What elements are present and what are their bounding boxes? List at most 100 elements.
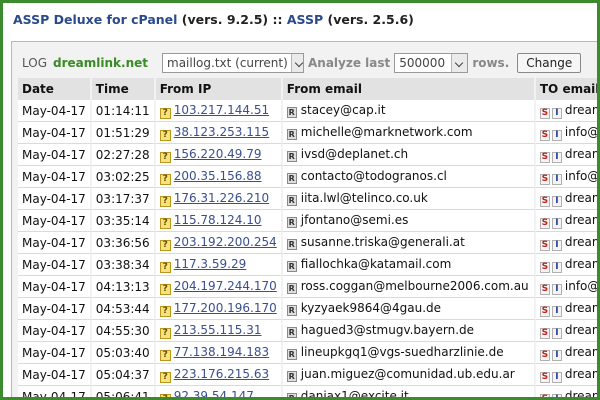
spam-icon[interactable]: S <box>539 173 550 185</box>
help-icon[interactable]: ? <box>159 305 171 317</box>
ip-link[interactable]: 92.39.54.147 <box>174 389 254 398</box>
spam-icon[interactable]: S <box>539 283 550 295</box>
info-icon[interactable]: I <box>551 195 562 207</box>
ip-link[interactable]: 77.138.194.183 <box>174 345 269 359</box>
info-icon[interactable]: I <box>551 305 562 317</box>
page-title: ASSP Deluxe for cPanel (vers. 9.2.5) :: … <box>3 3 597 37</box>
report-icon[interactable]: R <box>286 283 297 294</box>
help-icon[interactable]: ? <box>159 217 171 229</box>
window-frame: ASSP Deluxe for cPanel (vers. 9.2.5) :: … <box>0 0 600 400</box>
report-icon[interactable]: R <box>286 327 297 338</box>
ip-link[interactable]: 223.176.215.63 <box>174 367 269 381</box>
cell-time: 03:35:14 <box>91 210 156 232</box>
help-icon[interactable]: ? <box>159 327 171 339</box>
spam-icon[interactable]: S <box>539 239 550 251</box>
report-icon[interactable]: R <box>286 393 297 397</box>
ip-link[interactable]: 200.35.156.88 <box>174 169 262 183</box>
ip-link[interactable]: 213.55.115.31 <box>174 323 262 337</box>
help-icon[interactable]: ? <box>159 261 171 273</box>
report-icon[interactable]: R <box>286 239 297 250</box>
report-icon[interactable]: R <box>286 371 297 382</box>
report-icon[interactable]: R <box>286 129 297 140</box>
spam-icon[interactable]: S <box>539 195 550 207</box>
help-icon[interactable]: ? <box>159 173 171 185</box>
cell-time: 05:06:41 <box>91 386 156 397</box>
spam-icon[interactable]: S <box>539 129 550 141</box>
log-file-select[interactable]: maillog.txt (current) <box>162 53 304 73</box>
report-icon[interactable]: R <box>286 349 297 360</box>
info-icon[interactable]: I <box>551 129 562 141</box>
ip-link[interactable]: 103.217.144.51 <box>174 103 269 117</box>
ip-link[interactable]: 204.197.244.170 <box>174 279 277 293</box>
report-icon[interactable]: R <box>286 107 297 118</box>
help-icon[interactable]: ? <box>159 393 171 397</box>
from-email-text: stacey@cap.it <box>300 103 386 117</box>
spam-icon[interactable]: S <box>539 261 550 273</box>
cell-date: May-04-17 <box>18 210 92 232</box>
ip-link[interactable]: 177.200.196.170 <box>174 301 277 315</box>
cell-from-email: Rkyzyaek9864@4gau.de <box>282 298 536 320</box>
rows-select[interactable]: 500000 <box>394 53 469 73</box>
ip-link[interactable]: 117.3.59.29 <box>174 257 247 271</box>
assp-version: (vers. 2.5.6) <box>327 12 414 27</box>
ip-link[interactable]: 38.123.253.115 <box>174 125 269 139</box>
to-email-text: dream <box>564 190 600 205</box>
help-icon[interactable]: ? <box>159 239 171 251</box>
info-icon[interactable]: I <box>551 173 562 185</box>
table-row: May-04-17 03:36:56? 203.192.200.254 Rsusann… <box>18 232 597 254</box>
from-email-text: daniax1@excite.it <box>300 389 409 400</box>
help-icon[interactable]: ? <box>159 151 171 163</box>
info-icon[interactable]: I <box>551 107 562 119</box>
col-to-email-header[interactable]: TO email <box>535 78 597 100</box>
report-icon[interactable]: R <box>286 261 297 272</box>
info-icon[interactable]: I <box>551 283 562 295</box>
help-icon[interactable]: ? <box>159 283 171 295</box>
cell-date: May-04-17 <box>18 386 92 397</box>
spam-icon[interactable]: S <box>539 349 550 361</box>
cell-to-email: S Idream <box>535 364 597 386</box>
spam-icon[interactable]: S <box>539 217 550 229</box>
assp-link[interactable]: ASSP <box>287 12 323 27</box>
cell-time: 03:36:56 <box>91 232 156 254</box>
info-icon[interactable]: I <box>551 217 562 229</box>
spam-icon[interactable]: S <box>539 305 550 317</box>
app-link[interactable]: ASSP Deluxe for cPanel <box>13 12 177 27</box>
col-time-header[interactable]: Time <box>91 78 156 100</box>
info-icon[interactable]: I <box>551 393 562 397</box>
report-icon[interactable]: R <box>286 217 297 228</box>
help-icon[interactable]: ? <box>159 349 171 361</box>
report-icon[interactable]: R <box>286 151 297 162</box>
spam-icon[interactable]: S <box>539 107 550 119</box>
report-icon[interactable]: R <box>286 173 297 184</box>
analyze-label: Analyze last <box>308 56 391 70</box>
table-row: May-04-17 02:27:28? 156.220.49.79 Rivsd@dep… <box>18 144 600 166</box>
info-icon[interactable]: I <box>551 151 562 163</box>
help-icon[interactable]: ? <box>159 371 171 383</box>
info-icon[interactable]: I <box>551 261 562 273</box>
ip-link[interactable]: 203.192.200.254 <box>174 235 277 249</box>
change-button[interactable]: Change <box>517 53 582 73</box>
spam-icon[interactable]: S <box>539 327 550 339</box>
col-from-ip-header[interactable]: From IP <box>155 78 283 100</box>
spam-icon[interactable]: S <box>539 371 550 383</box>
ip-link[interactable]: 176.31.226.210 <box>174 191 269 205</box>
col-date-header[interactable]: Date <box>18 78 92 100</box>
spam-icon[interactable]: S <box>539 393 550 397</box>
info-icon[interactable]: I <box>551 349 562 361</box>
table-header-row: Date Time From IP From email TO email <box>18 78 597 100</box>
report-icon[interactable]: R <box>286 195 297 206</box>
cell-from-email: Rross.coggan@melbourne2006.com.au <box>282 276 536 298</box>
ip-link[interactable]: 156.220.49.79 <box>174 147 262 161</box>
col-from-email-header[interactable]: From email <box>282 78 536 100</box>
help-icon[interactable]: ? <box>159 107 171 119</box>
cell-date: May-04-17 <box>18 298 92 320</box>
spam-icon[interactable]: S <box>539 151 550 163</box>
info-icon[interactable]: I <box>551 371 562 383</box>
report-icon[interactable]: R <box>286 305 297 316</box>
to-email-text: dream <box>564 146 600 161</box>
info-icon[interactable]: I <box>551 327 562 339</box>
help-icon[interactable]: ? <box>159 129 171 141</box>
info-icon[interactable]: I <box>551 239 562 251</box>
ip-link[interactable]: 115.78.124.10 <box>174 213 262 227</box>
help-icon[interactable]: ? <box>159 195 171 207</box>
